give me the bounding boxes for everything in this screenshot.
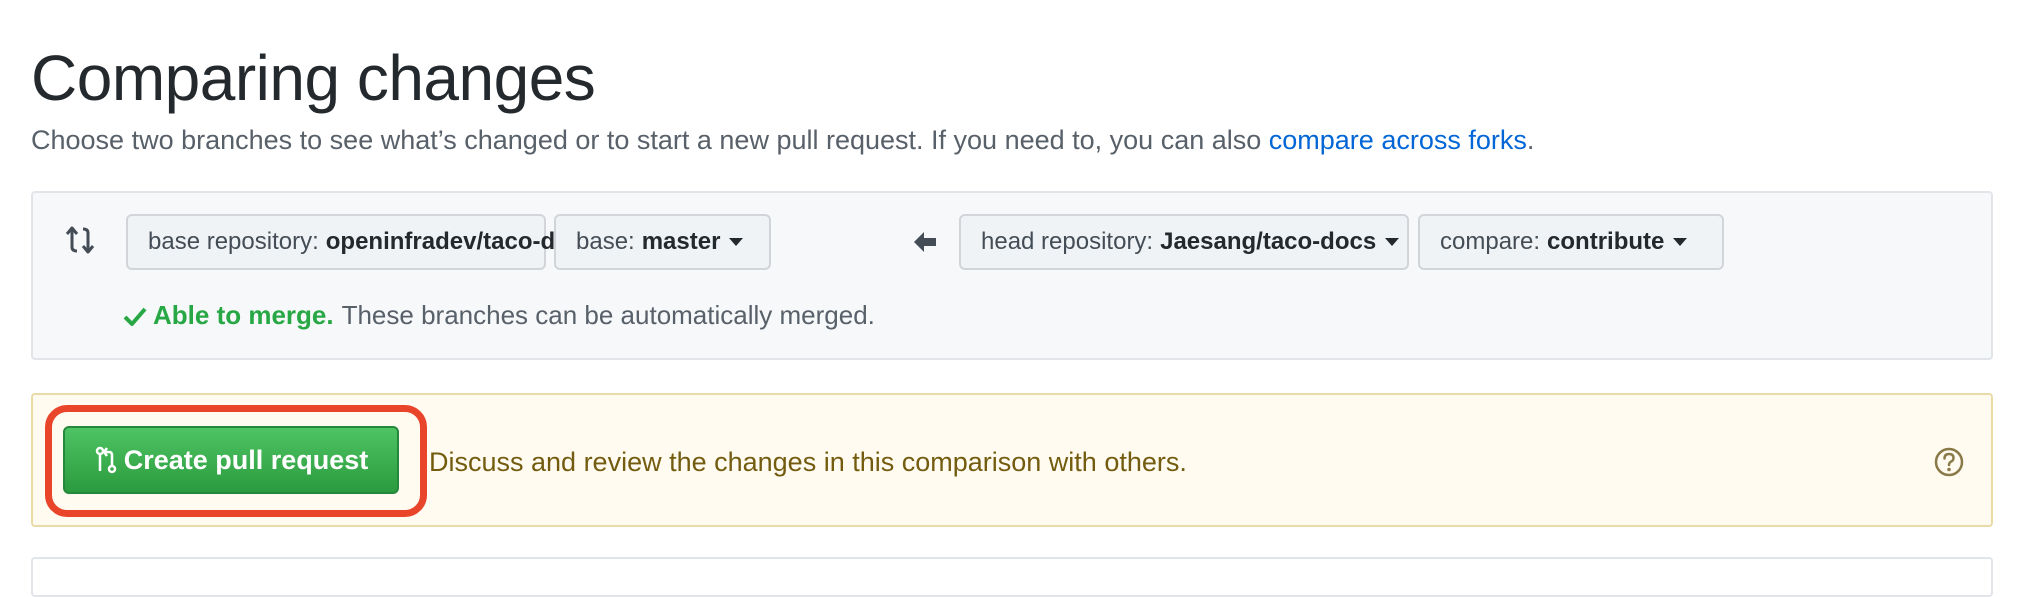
merge-status: Able to merge. These branches can be aut…: [123, 300, 875, 331]
head-repository-label: head repository:: [981, 228, 1154, 255]
head-repository-value: Jaesang/taco-docs: [1160, 228, 1377, 255]
compare-branch-value: contribute: [1547, 228, 1665, 255]
caret-down-icon: [1385, 238, 1400, 246]
base-branch-select[interactable]: base: master: [554, 214, 771, 270]
caret-down-icon: [729, 238, 744, 246]
merge-status-label: Able to merge.: [153, 300, 334, 330]
compare-branch-label: compare:: [1440, 228, 1541, 255]
question-circle-icon[interactable]: [1933, 446, 1965, 478]
pull-request-flash: Create pull request Discuss and review t…: [31, 393, 1993, 527]
caret-down-icon: [1673, 238, 1688, 246]
subtitle-text: Choose two branches to see what’s change…: [31, 125, 1269, 155]
base-repository-label: base repository:: [148, 228, 319, 255]
head-repository-select[interactable]: head repository: Jaesang/taco-docs: [959, 214, 1409, 270]
compare-across-forks-link[interactable]: compare across forks: [1269, 125, 1527, 155]
create-pull-request-label: Create pull request: [123, 444, 369, 475]
subtitle-end: .: [1526, 125, 1535, 155]
base-branch-label: base:: [576, 228, 635, 255]
base-repository-select[interactable]: base repository: openinfradev/taco-docs: [126, 214, 620, 270]
base-branch-value: master: [641, 228, 721, 255]
create-pull-request-button[interactable]: Create pull request: [63, 426, 399, 494]
compare-branch-select[interactable]: compare: contribute: [1418, 214, 1724, 270]
flash-message: Discuss and review the changes in this c…: [429, 447, 1187, 477]
check-icon: [123, 307, 147, 326]
merge-status-message: These branches can be automatically merg…: [341, 300, 875, 330]
arrow-left-icon: [914, 232, 936, 252]
range-editor: base repository: openinfradev/taco-docs …: [31, 191, 1993, 360]
page-subtitle: Choose two branches to see what’s change…: [31, 122, 1534, 158]
bottom-panel: [31, 557, 1993, 597]
compare-arrows-icon: [65, 226, 95, 254]
page-title: Comparing changes: [31, 42, 596, 114]
git-pull-request-icon: [95, 446, 116, 474]
